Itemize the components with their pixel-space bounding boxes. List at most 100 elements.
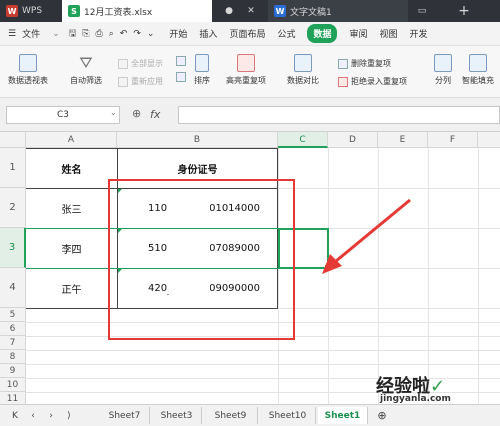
highlight-dup-icon: [237, 54, 255, 72]
sort-az-icon: [195, 54, 209, 72]
sheet-tab[interactable]: Sheet10: [260, 407, 316, 424]
preview-icon[interactable]: ⌕: [109, 29, 114, 39]
split-column-button[interactable]: 分列: [434, 54, 452, 86]
delete-dup-button[interactable]: 删除重复项: [338, 58, 391, 69]
cell-a1[interactable]: 姓名: [26, 149, 117, 188]
sort-label: 排序: [194, 76, 210, 85]
sort-asc-shape-icon: [176, 56, 186, 66]
menu-data[interactable]: 数据: [307, 24, 338, 43]
new-tab-button[interactable]: +: [452, 0, 476, 22]
smart-fill-button[interactable]: 智能填充: [462, 54, 494, 86]
row-header-7[interactable]: 7: [0, 336, 26, 350]
cell-a2[interactable]: 张三: [26, 189, 117, 228]
data-compare-button[interactable]: 数据对比: [287, 54, 319, 86]
reapply-label: 重新应用: [131, 77, 163, 86]
row-header-10[interactable]: 10: [0, 378, 26, 392]
sort-descending-icon[interactable]: [176, 72, 189, 82]
menu-view[interactable]: 视图: [380, 27, 398, 40]
column-header-e[interactable]: E: [378, 132, 428, 148]
title-tab-bar: W WPS S 12月工资表.xlsx ● ✕ W 文字文稿1 ▭ +: [0, 0, 500, 22]
annotation-rectangle: [108, 179, 295, 340]
sort-ascending-icon[interactable]: [176, 56, 189, 66]
delete-dup-icon: [338, 58, 348, 69]
annotation-arrow: [322, 198, 411, 274]
menu-developer[interactable]: 开发: [410, 27, 428, 40]
split-column-icon: [434, 54, 452, 72]
row-header-8[interactable]: 8: [0, 350, 26, 364]
reapply-icon: [118, 76, 128, 87]
cell-a4[interactable]: 正午: [26, 269, 117, 308]
row-header-4[interactable]: 4: [0, 268, 26, 308]
sheet-tab[interactable]: Sheet7: [100, 407, 150, 424]
select-all-corner[interactable]: [0, 132, 26, 148]
pivot-table-label: 数据透视表: [8, 76, 48, 85]
reject-dup-icon: [338, 76, 348, 87]
chevron-down-icon[interactable]: ⌄: [52, 29, 60, 39]
column-header-g[interactable]: [478, 132, 500, 148]
add-sheet-icon[interactable]: ⊕: [372, 407, 392, 424]
row-header-5[interactable]: 5: [0, 308, 26, 322]
save-icon[interactable]: 🖫: [69, 26, 77, 42]
reject-dup-button[interactable]: 拒绝录入重复项: [338, 76, 407, 87]
pivot-table-icon: [19, 54, 37, 72]
spreadsheet-tab[interactable]: S 12月工资表.xlsx: [62, 0, 212, 22]
menu-home[interactable]: 开始: [169, 27, 187, 40]
row-header-11[interactable]: 11: [0, 392, 26, 404]
fx-label[interactable]: fx: [150, 108, 160, 121]
close-tab-icon[interactable]: ✕: [240, 0, 262, 22]
file-menu[interactable]: 文件: [22, 27, 40, 40]
spreadsheet-grid: A B C D E F 1 2 3 4 5 6 7 8 9 10 11 姓名 身…: [0, 132, 500, 404]
wps-home-tab[interactable]: W WPS: [6, 0, 60, 22]
row-header-2[interactable]: 2: [0, 188, 26, 228]
menu-bar: ☰ 文件 ⌄ 🖫 ⎘ ⎙ ⌕ ↶ ↷ ⌄ 开始 插入 页面布局 公式 数据 审阅…: [0, 22, 500, 46]
zoom-formula-icon[interactable]: ⊕: [132, 107, 141, 120]
auto-filter-button[interactable]: ⛛ 自动筛选: [70, 54, 102, 86]
highlight-dup-button[interactable]: 高亮重复项: [226, 54, 266, 86]
gridline: [478, 148, 479, 404]
menu-icon[interactable]: ☰: [8, 29, 16, 39]
column-header-b[interactable]: B: [117, 132, 278, 148]
auto-filter-label: 自动筛选: [70, 76, 102, 85]
sheet-tab-active[interactable]: Sheet1: [318, 407, 368, 424]
redo-icon[interactable]: ↷: [133, 29, 141, 39]
ribbon-toolbar: 数据透视表 ⛛ 自动筛选 全部显示 重新应用 排序 高亮重复项 数据对比 删除重…: [0, 46, 500, 98]
tab-overview-icon[interactable]: ▭: [414, 0, 430, 22]
smart-fill-label: 智能填充: [462, 76, 494, 85]
show-all-button[interactable]: 全部显示: [118, 58, 163, 69]
more-icon[interactable]: ⌄: [147, 29, 155, 39]
name-box-dropdown-icon[interactable]: ⌄: [110, 108, 117, 117]
spreadsheet-tab-label: 12月工资表.xlsx: [84, 7, 153, 18]
menu-page-layout[interactable]: 页面布局: [229, 27, 265, 40]
sort-desc-shape-icon: [176, 72, 186, 82]
row-header-6[interactable]: 6: [0, 322, 26, 336]
pin-icon[interactable]: ●: [218, 0, 240, 22]
next-sheet-icon[interactable]: ›: [44, 407, 58, 424]
smart-fill-icon: [469, 54, 487, 72]
column-header-c[interactable]: C: [278, 132, 328, 148]
document-tab-label: 文字文稿1: [290, 7, 332, 18]
last-sheet-icon[interactable]: ⟩: [62, 407, 76, 424]
row-header-1[interactable]: 1: [0, 148, 26, 188]
print-icon[interactable]: ⎙: [96, 29, 103, 39]
name-box[interactable]: C3: [6, 106, 120, 124]
first-sheet-icon[interactable]: K: [8, 407, 22, 424]
undo-icon[interactable]: ↶: [120, 29, 128, 39]
formula-input[interactable]: [178, 106, 500, 124]
export-icon[interactable]: ⎘: [82, 29, 89, 39]
column-header-d[interactable]: D: [328, 132, 378, 148]
menu-review[interactable]: 审阅: [349, 27, 367, 40]
column-header-a[interactable]: A: [26, 132, 117, 148]
sort-button[interactable]: 排序: [194, 54, 210, 86]
reapply-button[interactable]: 重新应用: [118, 76, 163, 87]
pivot-table-button[interactable]: 数据透视表: [8, 54, 48, 86]
menu-insert[interactable]: 插入: [199, 27, 217, 40]
column-header-f[interactable]: F: [428, 132, 478, 148]
prev-sheet-icon[interactable]: ‹: [26, 407, 40, 424]
sheet-tab[interactable]: Sheet3: [152, 407, 202, 424]
row-header-9[interactable]: 9: [0, 364, 26, 378]
menu-formula[interactable]: 公式: [277, 27, 295, 40]
sheet-tab[interactable]: Sheet9: [204, 407, 258, 424]
row-header-3[interactable]: 3: [0, 228, 26, 268]
data-compare-label: 数据对比: [287, 76, 319, 85]
document-tab[interactable]: W 文字文稿1: [268, 0, 408, 22]
